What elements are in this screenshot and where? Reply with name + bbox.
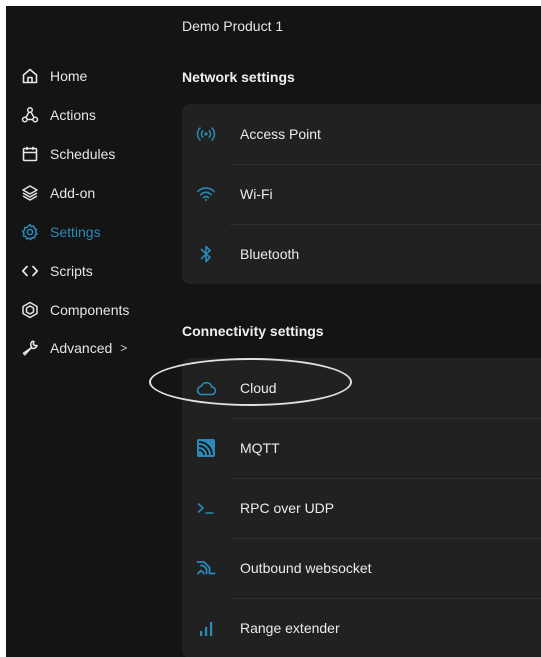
sidebar-item-scripts[interactable]: Scripts (20, 259, 93, 283)
sidebar-item-label: Settings (50, 224, 101, 240)
cloud-icon (182, 358, 230, 418)
sidebar-item-schedules[interactable]: Schedules (20, 142, 115, 166)
access-point-icon (182, 104, 230, 164)
sidebar-item-home[interactable]: Home (20, 64, 87, 88)
connectivity-settings-title: Connectivity settings (182, 323, 324, 339)
mqtt-row[interactable]: MQTT (182, 418, 541, 478)
network-settings-title: Network settings (182, 69, 295, 85)
row-label: Outbound websocket (240, 560, 372, 576)
sidebar-item-label: Schedules (50, 146, 116, 162)
sidebar-item-label: Home (50, 68, 88, 84)
access-point-row[interactable]: Access Point (182, 104, 541, 164)
row-label: Cloud (240, 380, 277, 396)
sidebar-item-label: Advanced (50, 340, 113, 356)
terminal-icon (182, 478, 230, 538)
sidebar-item-advanced[interactable]: Advanced > (20, 336, 127, 360)
wifi-row[interactable]: Wi-Fi (182, 164, 541, 224)
wrench-icon (20, 338, 40, 358)
layers-icon (20, 183, 40, 203)
rpc-over-udp-row[interactable]: RPC over UDP (182, 478, 541, 538)
calendar-icon (20, 144, 40, 164)
row-label: Wi-Fi (240, 186, 273, 202)
sidebar-item-settings[interactable]: Settings (20, 220, 101, 244)
row-label: RPC over UDP (240, 500, 335, 516)
sidebar-item-actions[interactable]: Actions (20, 103, 96, 127)
sidebar-item-label: Add-on (50, 185, 96, 201)
bluetooth-icon (182, 224, 230, 284)
signal-bars-icon (182, 598, 230, 657)
row-label: Access Point (240, 126, 321, 142)
home-icon (20, 66, 40, 86)
row-label: Bluetooth (240, 246, 300, 262)
range-extender-row[interactable]: Range extender (182, 598, 541, 657)
chevron-right-icon: > (120, 341, 128, 355)
sidebar-item-add-on[interactable]: Add-on (20, 181, 95, 205)
app-window: Demo Product 1 Home Actions Schedules Ad… (6, 6, 541, 657)
websocket-icon (182, 538, 230, 598)
gear-icon (20, 222, 40, 242)
row-label: MQTT (240, 440, 280, 456)
actions-icon (20, 105, 40, 125)
code-icon (20, 261, 40, 281)
connectivity-settings-card: Cloud MQTT RPC over UDP Outbound websock… (182, 358, 541, 657)
wifi-icon (182, 164, 230, 224)
sidebar-item-label: Actions (50, 107, 96, 123)
cloud-row[interactable]: Cloud (182, 358, 541, 418)
network-settings-card: Access Point Wi-Fi Bluetooth (182, 104, 541, 284)
bluetooth-row[interactable]: Bluetooth (182, 224, 541, 284)
row-label: Range extender (240, 620, 340, 636)
components-icon (20, 300, 40, 320)
sidebar-item-label: Scripts (50, 263, 93, 279)
mqtt-icon (182, 418, 230, 478)
outbound-websocket-row[interactable]: Outbound websocket (182, 538, 541, 598)
product-title: Demo Product 1 (182, 18, 284, 34)
sidebar-item-label: Components (50, 302, 130, 318)
sidebar-item-components[interactable]: Components (20, 298, 129, 322)
